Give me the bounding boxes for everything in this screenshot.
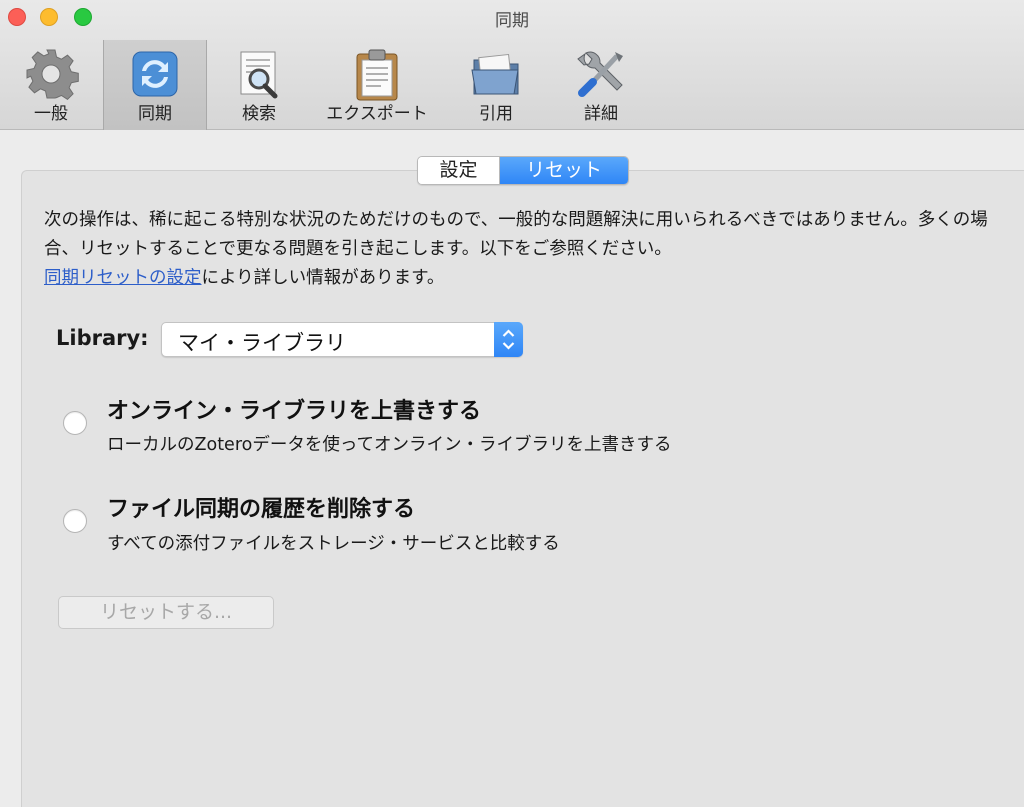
- overwrite-online-library-title: オンライン・ライブラリを上書きする: [107, 399, 482, 424]
- reset-description: 次の操作は、稀に起こる特別な状況のためだけのもので、一般的な問題解決に用いられる…: [44, 206, 1004, 293]
- toolbar-item-label: 一般: [34, 104, 68, 124]
- toolbar-item-label: 同期: [138, 104, 172, 124]
- description-after-link: により詳しい情報があります。: [201, 268, 445, 288]
- clear-file-sync-history-title: ファイル同期の履歴を削除する: [107, 497, 416, 522]
- clear-file-sync-history-radio[interactable]: [63, 509, 87, 533]
- clipboard-icon: [356, 49, 398, 101]
- toolbar-item-general[interactable]: 一般: [0, 40, 102, 130]
- sync-reset-settings-link[interactable]: 同期リセットの設定: [44, 268, 202, 288]
- toolbar-item-label: 詳細: [584, 104, 618, 124]
- library-select[interactable]: マイ・ライブラリ: [161, 322, 523, 357]
- toolbar-item-label: 引用: [479, 104, 513, 124]
- title-bar: 同期 一般 同期 検索 エクスポート 引用 詳細: [0, 0, 1024, 130]
- toolbar-item-label: エクスポート: [326, 104, 428, 124]
- toolbar-item-search[interactable]: 検索: [208, 40, 310, 130]
- chevron-up-down-icon: [502, 329, 515, 350]
- folder-icon: [471, 53, 519, 95]
- search-document-icon: [240, 51, 278, 99]
- clear-file-sync-history-subtitle: すべての添付ファイルをストレージ・サービスと比較する: [107, 534, 560, 554]
- toolbar-item-sync[interactable]: 同期: [103, 40, 207, 130]
- sync-icon: [132, 51, 178, 97]
- overwrite-online-library-subtitle: ローカルのZoteroデータを使ってオンライン・ライブラリを上書きする: [107, 435, 672, 455]
- toolbar-item-advanced[interactable]: 詳細: [550, 40, 652, 130]
- toolbar-item-export[interactable]: エクスポート: [312, 40, 442, 130]
- library-label: Library:: [56, 326, 149, 350]
- library-select-value: マイ・ライブラリ: [178, 331, 346, 355]
- tab-control: 設定 リセット: [417, 156, 629, 185]
- tools-icon: [577, 51, 623, 97]
- overwrite-online-library-radio[interactable]: [63, 411, 87, 435]
- description-text: 次の操作は、稀に起こる特別な状況のためだけのもので、一般的な問題解決に用いられる…: [44, 210, 988, 259]
- reset-button[interactable]: リセットする...: [58, 596, 274, 629]
- library-select-arrows[interactable]: [494, 322, 523, 357]
- tab-settings[interactable]: 設定: [418, 157, 500, 184]
- gear-icon: [26, 49, 79, 101]
- window-title: 同期: [495, 11, 529, 31]
- tab-reset[interactable]: リセット: [500, 157, 628, 184]
- toolbar-item-label: 検索: [242, 104, 276, 124]
- toolbar-item-cite[interactable]: 引用: [444, 40, 548, 130]
